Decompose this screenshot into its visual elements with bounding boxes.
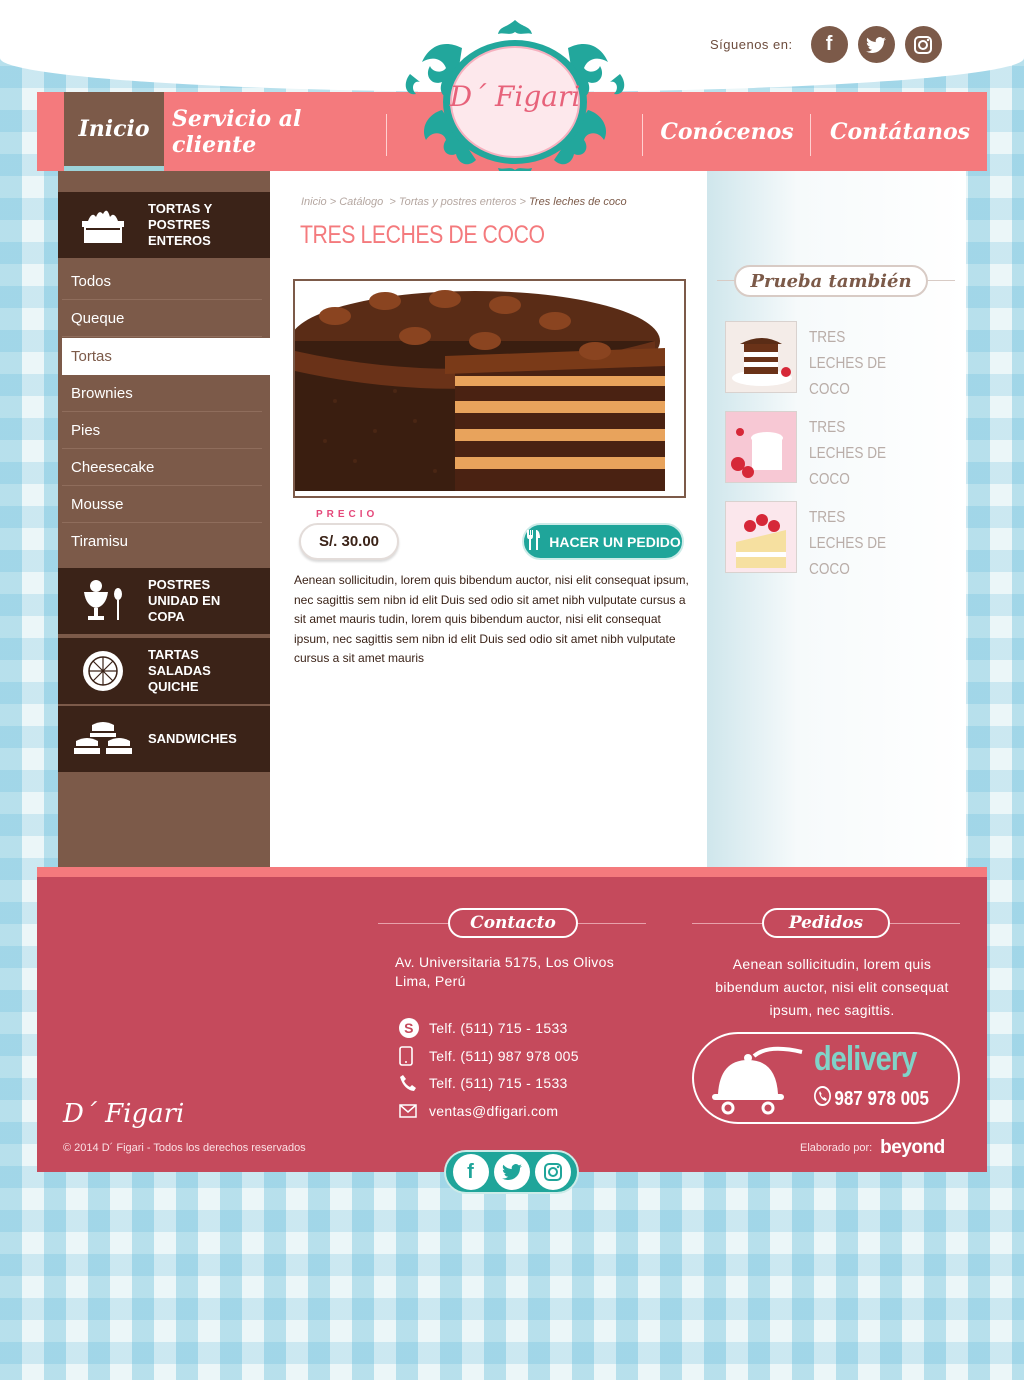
breadcrumb-current: Tres leches de coco [529,196,627,208]
mail-icon [399,1101,425,1121]
footer-social: f [444,1150,579,1194]
mobile-phone-icon [399,1046,425,1066]
category-label: TORTAS Y POSTRES ENTEROS [148,201,213,248]
follow-label: Síguenos en: [710,37,793,52]
orders-text: Aenean sollicitudin, lorem quis bibendum… [715,956,949,1018]
contact-mobile[interactable]: Telf. (511) 987 978 005 [399,1046,579,1066]
related-item[interactable]: TRES LECHES DE COCO [725,321,945,398]
contact-text: ventas@dfigari.com [429,1103,559,1119]
subcategory-todos[interactable]: Todos [62,263,262,300]
product-detail: Inicio > Catálogo > Tortas y postres ent… [270,171,707,867]
nav-divider [642,114,643,156]
cup-dessert-icon [58,578,148,624]
related-title: Prueba también [734,265,928,297]
contact-email[interactable]: ventas@dfigari.com [399,1101,558,1121]
pie-icon [58,648,148,694]
price-label: PRECIO [316,509,379,520]
related-thumbnail [725,501,797,573]
food-cloche-icon [712,1046,808,1121]
related-thumbnail [725,321,797,393]
address: Av. Universitaria 5175, Los Olivos Lima,… [395,953,614,991]
subcategory-tiramisu[interactable]: Tiramisu [62,523,262,560]
breadcrumb-link[interactable]: Catálogo [339,196,383,208]
facebook-icon[interactable]: f [810,26,848,63]
category-label: TARTAS SALADAS QUICHE [148,647,211,694]
contact-text: Telf. (511) 715 - 1533 [429,1020,568,1036]
category-label: SANDWICHES [148,731,237,746]
breadcrumb-link[interactable]: Tortas y postres enteros [399,196,517,208]
contact-title: Contacto [448,908,578,938]
skype-icon: S [399,1018,425,1038]
contact-phone[interactable]: Telf. (511) 715 - 1533 [399,1073,568,1093]
breadcrumb: Inicio > Catálogo > Tortas y postres ent… [301,196,627,208]
delivery-badge[interactable]: delivery 987 978 005 [692,1032,960,1124]
footer-logo[interactable]: D´ Figari [63,1099,184,1129]
orders-title: Pedidos [762,908,890,938]
nav-divider [386,114,387,156]
related-item-name: TRES LECHES DE COCO [809,509,887,578]
order-button[interactable]: HACER UN PEDIDO [522,523,684,560]
related-thumbnail [725,411,797,483]
fork-knife-icon [525,530,541,553]
twitter-icon[interactable] [857,26,895,63]
nav-contatanos[interactable]: Contátanos [827,92,973,171]
phone-circle-icon [814,1086,832,1112]
related-item[interactable]: TRES LECHES DE COCO [725,501,945,578]
related-item-name: TRES LECHES DE COCO [809,419,887,488]
delivery-word: delivery [814,1040,917,1078]
facebook-icon[interactable]: f [452,1154,489,1190]
contact-skype[interactable]: S Telf. (511) 715 - 1533 [399,1018,568,1038]
social-follow: Síguenos en: f [710,26,942,63]
contact-text: Telf. (511) 987 978 005 [429,1048,579,1064]
category-sandwiches[interactable]: SANDWICHES [58,706,270,772]
made-by-brand[interactable]: beyond [880,1137,945,1159]
svg-text:S: S [404,1020,414,1036]
twitter-icon[interactable] [493,1154,530,1190]
breadcrumb-link[interactable]: Inicio [301,196,327,208]
contact-text: Telf. (511) 715 - 1533 [429,1075,568,1091]
sandwich-icon [58,721,148,757]
category-sidebar: TORTAS Y POSTRES ENTEROS Todos Queque To… [58,171,270,867]
logo-text: D´ Figari [449,80,581,113]
subcategory-pies[interactable]: Pies [62,412,262,449]
category-label: POSTRES UNIDAD EN COPA [148,577,221,624]
site-footer: Contacto Av. Universitaria 5175, Los Oli… [37,867,987,1172]
product-image [293,279,686,498]
subcategory-tortas[interactable]: Tortas [62,338,270,375]
product-description: Aenean sollicitudin, lorem quis bibendum… [294,573,689,665]
subcategory-mousse[interactable]: Mousse [62,486,262,523]
site-logo[interactable]: D´ Figari [402,18,628,184]
related-item[interactable]: TRES LECHES DE COCO [725,411,945,488]
phone-icon [399,1073,425,1093]
instagram-icon[interactable] [904,26,942,63]
nav-inicio[interactable]: Inicio [64,92,164,171]
cake-icon [58,205,148,245]
nav-conocenos[interactable]: Conócenos [647,92,807,171]
instagram-icon[interactable] [534,1154,571,1190]
subcategory-queque[interactable]: Queque [62,300,262,337]
subcategory-cheesecake[interactable]: Cheesecake [62,449,262,486]
nav-divider [810,114,811,156]
category-postres-copa[interactable]: POSTRES UNIDAD EN COPA [58,568,270,634]
category-tortas-postres-enteros[interactable]: TORTAS Y POSTRES ENTEROS [58,192,270,258]
address-line: Lima, Perú [395,973,466,989]
made-by: Elaborado por: beyond [800,1137,945,1159]
related-item-name: TRES LECHES DE COCO [809,329,887,398]
subcategory-brownies[interactable]: Brownies [62,375,262,412]
nav-servicio-al-cliente[interactable]: Servicio al cliente [172,92,372,171]
related-products: Prueba también TRES LECHES DE COCO TRES … [707,171,966,867]
delivery-phone-number: 987 978 005 [834,1087,929,1110]
address-line: Av. Universitaria 5175, Los Olivos [395,954,614,970]
category-tartas-saladas[interactable]: TARTAS SALADAS QUICHE [58,638,270,704]
divider [927,280,955,281]
made-by-label: Elaborado por: [800,1142,873,1154]
page-title: TRES LECHES DE COCO [300,221,545,249]
price-badge: S/. 30.00 [299,523,399,560]
delivery-phone: 987 978 005 [814,1086,929,1112]
order-button-label: HACER UN PEDIDO [549,533,681,550]
copyright: © 2014 D´ Figari - Todos los derechos re… [63,1142,306,1154]
